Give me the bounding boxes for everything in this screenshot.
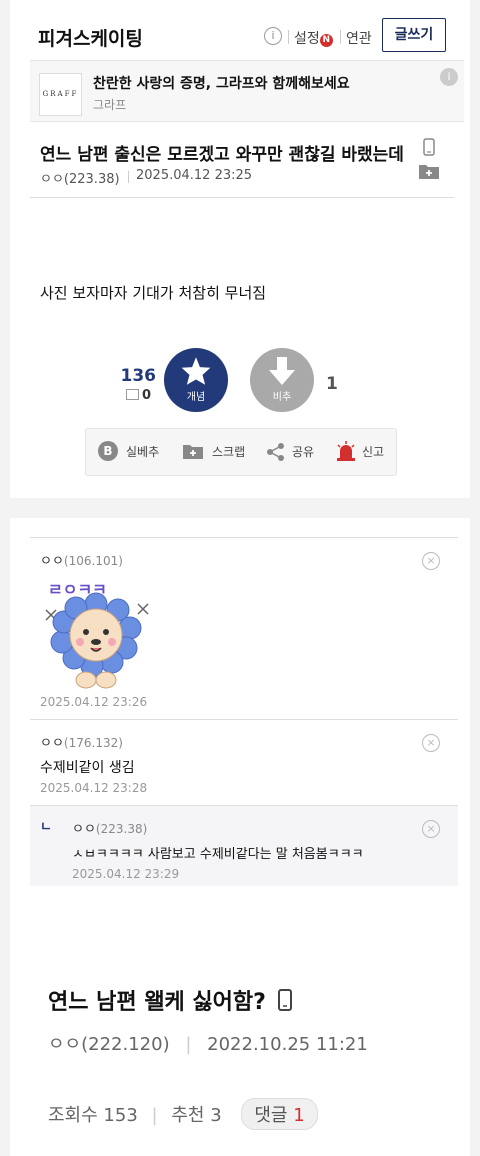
comment-ip: (106.101)	[63, 554, 123, 568]
b-icon[interactable]: B	[98, 441, 118, 461]
arrow-down-icon	[269, 357, 295, 385]
divider	[30, 197, 454, 198]
divider	[340, 30, 341, 44]
ad-sponsor: 그라프	[93, 98, 127, 112]
related-link[interactable]: 연관	[346, 28, 372, 48]
downvote-button[interactable]: 비추	[250, 348, 314, 412]
comment-text: 수제비같이 생김	[40, 760, 135, 776]
comment-nick: ㅇㅇ	[40, 736, 64, 751]
divider: |	[185, 1034, 192, 1055]
write-button[interactable]: 글쓰기	[382, 18, 446, 52]
comment-nick: ㅇㅇ	[40, 554, 64, 569]
ad-title[interactable]: 찬란한 사랑의 증명, 그라프와 함께해보세요	[93, 73, 350, 93]
upvote-button[interactable]: 개념	[164, 348, 228, 412]
share-icon[interactable]	[266, 442, 286, 462]
reply-mark: ㄴ	[40, 820, 52, 835]
comments-card: ㅇㅇ(106.101) × ㄹㅇㅋㅋ 2025.04.12 23:26 ㅇㅇ(1…	[10, 518, 470, 1156]
author-nick: ㅇㅇ	[40, 172, 64, 187]
post-author: ㅇㅇ(223.38)	[40, 168, 120, 187]
comment-text: ㅅㅂㅋㅋㅋㅋ 사람보고 수제비같다는 말 처음봄ㅋㅋㅋ	[72, 847, 364, 862]
phone-icon	[423, 138, 435, 156]
new-badge: N	[319, 34, 333, 47]
close-icon[interactable]: ×	[422, 734, 440, 752]
post-body: 사진 보자마자 기대가 처참히 무너짐	[40, 284, 267, 302]
related-post-ip: (222.120)	[81, 1034, 170, 1055]
real-best-button[interactable]: 실베추	[126, 443, 159, 460]
comment-author: ㅇㅇ(223.38)	[72, 818, 147, 837]
views-count: 153	[103, 1105, 138, 1126]
upvote-count: 136	[120, 366, 157, 386]
comment-count-label: 댓글	[254, 1105, 288, 1126]
comment-count: 1	[293, 1105, 305, 1126]
fixed-upvote-icon	[126, 389, 139, 400]
scrap-icon[interactable]	[182, 442, 204, 460]
recommend-count: 3	[210, 1105, 222, 1126]
comment-author: ㅇㅇ(106.101)	[40, 550, 123, 569]
lion-sticker: ㄹㅇㅋㅋ	[36, 572, 160, 690]
post-title: 연느 남편 출신은 모르겠고 와꾸만 괜찮길 바랬는데	[40, 145, 404, 165]
divider: |	[151, 1105, 158, 1126]
divider	[128, 171, 129, 183]
comment-ip: (223.38)	[95, 822, 148, 836]
divider	[288, 30, 289, 44]
comment-count-pill[interactable]: 댓글 1	[241, 1098, 318, 1130]
folder-plus-icon[interactable]	[418, 162, 440, 180]
post-date: 2025.04.12 23:25	[136, 168, 253, 183]
related-post-date: 2022.10.25 11:21	[207, 1034, 368, 1055]
reply-item: ㄴ ㅇㅇ(223.38) × ㅅㅂㅋㅋㅋㅋ 사람보고 수제비같다는 말 처음봄ㅋ…	[30, 805, 458, 886]
related-post-title-text: 연느 남편 왤케 싫어함?	[48, 990, 266, 1015]
recommend-label: 추천	[171, 1105, 205, 1126]
comment-item: ㅇㅇ(176.132) × 수제비같이 생김 2025.04.12 23:28	[30, 719, 458, 806]
comment-date: 2025.04.12 23:26	[40, 695, 148, 709]
lion-icon	[45, 592, 149, 689]
post-card: 피겨스케이팅 i 설정 N 연관 글쓰기 GRAFF 찬란한 사랑의 증명, 그라…	[10, 0, 470, 498]
scrap-button[interactable]: 스크랩	[212, 443, 245, 460]
comment-nick: ㅇㅇ	[72, 822, 96, 837]
post-action-bar: B 실베추 스크랩 공유 신고	[85, 428, 397, 476]
report-button[interactable]: 신고	[362, 443, 384, 460]
gallery-title[interactable]: 피겨스케이팅	[38, 24, 143, 51]
close-icon[interactable]: ×	[422, 820, 440, 838]
settings-label: 설정	[294, 31, 320, 47]
author-ip: (223.38)	[63, 172, 120, 187]
comment-date: 2025.04.12 23:28	[40, 781, 148, 795]
views-label: 조회수	[48, 1105, 98, 1126]
share-button[interactable]: 공유	[292, 443, 314, 460]
fixed-upvote: 0	[126, 388, 151, 403]
ad-info-icon[interactable]: i	[440, 68, 458, 86]
related-post-meta: ㅇㅇ(222.120) | 2022.10.25 11:21	[48, 1030, 368, 1056]
phone-icon	[277, 989, 292, 1011]
graff-logo: GRAFF	[39, 73, 82, 116]
related-post-stats: 조회수 153 | 추천 3 댓글 1	[48, 1098, 318, 1130]
star-icon	[181, 357, 211, 385]
siren-icon[interactable]	[336, 440, 356, 462]
close-icon[interactable]: ×	[422, 552, 440, 570]
downvote-count: 1	[326, 374, 338, 394]
comment-date: 2025.04.12 23:29	[72, 867, 180, 881]
downvote-label: 비추	[272, 392, 292, 403]
related-post-title[interactable]: 연느 남편 왤케 싫어함?	[48, 984, 292, 1016]
comment-item: ㅇㅇ(106.101) × ㄹㅇㅋㅋ 2025.04.12 23:26	[30, 537, 458, 720]
comment-author: ㅇㅇ(176.132)	[40, 732, 123, 751]
settings-link[interactable]: 설정 N	[294, 28, 333, 48]
related-post-author: ㅇㅇ	[48, 1034, 82, 1055]
upvote-label: 개념	[186, 392, 206, 403]
ad-banner[interactable]: GRAFF 찬란한 사랑의 증명, 그라프와 함께해보세요 그라프 i	[30, 60, 464, 122]
comment-ip: (176.132)	[63, 736, 123, 750]
fixed-upvote-count: 0	[142, 388, 152, 403]
info-icon[interactable]: i	[264, 27, 282, 45]
